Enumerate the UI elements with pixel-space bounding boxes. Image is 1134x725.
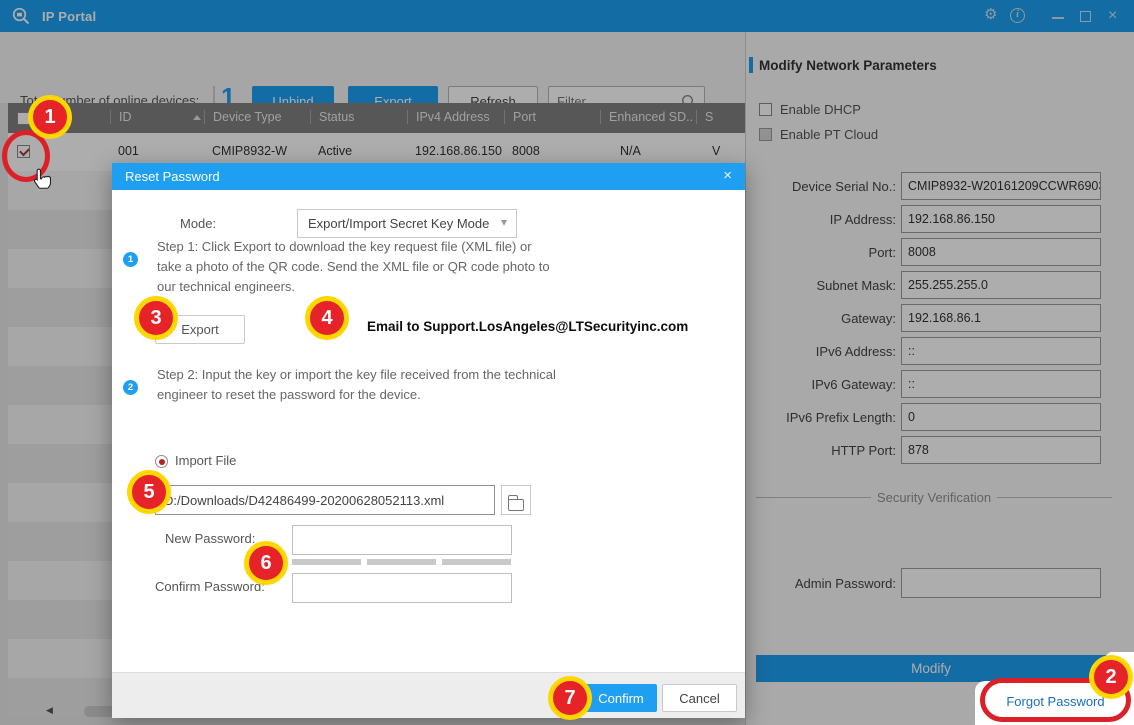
import-file-radio[interactable] <box>155 455 168 468</box>
file-path-input[interactable]: D:/Downloads/D42486499-20200628052113.xm… <box>155 485 495 515</box>
step2-badge: 2 <box>123 380 138 395</box>
chevron-down-icon: ▾ <box>501 215 507 229</box>
annotation-circle-6: 6 <box>244 541 288 585</box>
dialog-title: Reset Password <box>125 169 220 184</box>
dialog-header: Reset Password × <box>112 163 745 190</box>
reset-password-dialog: Reset Password × Mode: Export/Import Sec… <box>112 163 745 718</box>
cancel-button[interactable]: Cancel <box>662 684 737 712</box>
annotation-circle-3: 3 <box>134 296 178 340</box>
confirm-password-input[interactable] <box>292 573 512 603</box>
step2-text: Step 2: Input the key or import the key … <box>157 365 556 405</box>
password-strength-meter <box>292 559 512 565</box>
step1-badge: 1 <box>123 252 138 267</box>
browse-folder-button[interactable] <box>501 485 531 515</box>
annotation-circle-2: 2 <box>1089 655 1133 699</box>
annotation-circle-1: 1 <box>28 95 72 139</box>
import-file-label: Import File <box>175 453 236 468</box>
confirm-button[interactable]: Confirm <box>585 684 657 712</box>
support-email-text: Email to Support.LosAngeles@LTSecurityin… <box>367 319 688 334</box>
hand-cursor-icon <box>31 166 53 194</box>
mode-dropdown[interactable]: Export/Import Secret Key Mode ▾ <box>297 209 517 238</box>
step1-text: Step 1: Click Export to download the key… <box>157 237 550 297</box>
new-password-input[interactable] <box>292 525 512 555</box>
folder-icon <box>508 499 524 511</box>
annotation-circle-4: 4 <box>305 296 349 340</box>
annotation-circle-5: 5 <box>127 470 171 514</box>
annotation-circle-7: 7 <box>548 676 592 720</box>
confirm-password-label: Confirm Password: <box>155 579 265 594</box>
new-password-label: New Password: <box>165 531 255 546</box>
mode-label: Mode: <box>180 216 216 231</box>
dialog-close-icon[interactable]: × <box>723 167 732 184</box>
app-window: IP Portal ⚙ i × Total number of online d… <box>0 0 1134 725</box>
mode-value: Export/Import Secret Key Mode <box>308 216 489 231</box>
